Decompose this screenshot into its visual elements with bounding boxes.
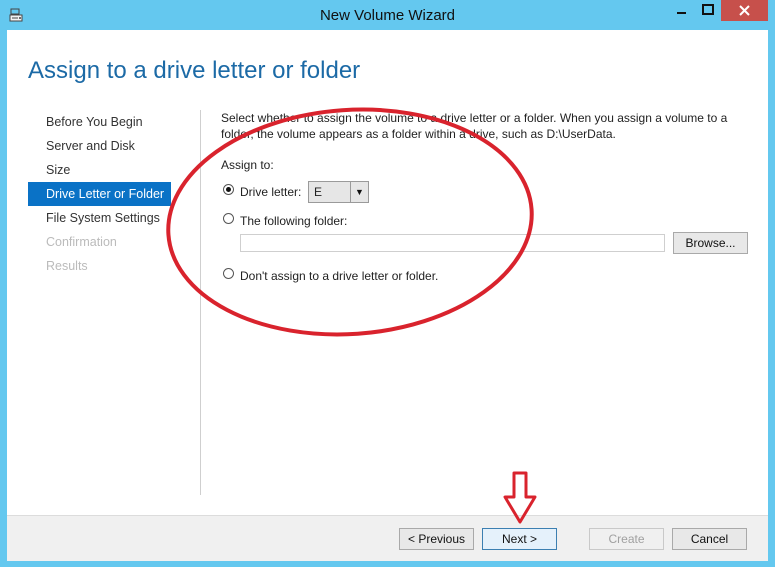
following-folder-radio[interactable] [223, 213, 234, 224]
nav-item-confirmation: Confirmation [46, 235, 117, 249]
wizard-client-area: Assign to a drive letter or folder Befor… [7, 30, 768, 561]
maximize-button[interactable] [695, 0, 721, 21]
nav-item-results: Results [46, 259, 88, 273]
nav-item-size[interactable]: Size [28, 158, 171, 182]
no-assign-radio[interactable] [223, 268, 234, 279]
nav-item-server-and-disk[interactable]: Server and Disk [28, 134, 171, 158]
nav-divider [200, 110, 201, 495]
following-folder-label[interactable]: The following folder: [240, 214, 347, 228]
no-assign-label[interactable]: Don't assign to a drive letter or folder… [240, 269, 438, 283]
assign-drive-letter-panel: Select whether to assign the volume to a… [221, 110, 751, 283]
previous-button[interactable]: < Previous [399, 528, 474, 550]
wizard-footer: < Previous Next > Create Cancel [7, 515, 768, 561]
assign-to-label: Assign to: [221, 158, 274, 172]
drive-letter-select[interactable]: E ▼ [308, 181, 369, 203]
create-button: Create [589, 528, 664, 550]
cancel-button[interactable]: Cancel [672, 528, 747, 550]
drive-letter-radio[interactable] [223, 184, 234, 195]
browse-button[interactable]: Browse... [673, 232, 748, 254]
minimize-button[interactable] [668, 0, 695, 21]
nav-item-file-system-settings[interactable]: File System Settings [28, 206, 171, 230]
nav-item-before-you-begin[interactable]: Before You Begin [28, 110, 171, 134]
title-bar[interactable]: New Volume Wizard [0, 0, 775, 30]
chevron-down-icon[interactable]: ▼ [350, 182, 368, 202]
drive-letter-value: E [314, 185, 323, 199]
wizard-window: New Volume Wizard Assign to a drive lett… [0, 0, 775, 567]
window-title: New Volume Wizard [319, 7, 456, 24]
folder-path-input[interactable] [240, 234, 665, 252]
next-button[interactable]: Next > [482, 528, 557, 550]
wizard-steps-nav: Before You Begin Server and Disk Size Dr… [28, 110, 171, 278]
page-title: Assign to a drive letter or folder [28, 57, 361, 84]
close-button[interactable] [721, 0, 768, 21]
drive-letter-label[interactable]: Drive letter: [240, 185, 301, 199]
description-text: Select whether to assign the volume to a… [221, 111, 728, 141]
nav-item-drive-letter-or-folder[interactable]: Drive Letter or Folder [28, 182, 171, 206]
